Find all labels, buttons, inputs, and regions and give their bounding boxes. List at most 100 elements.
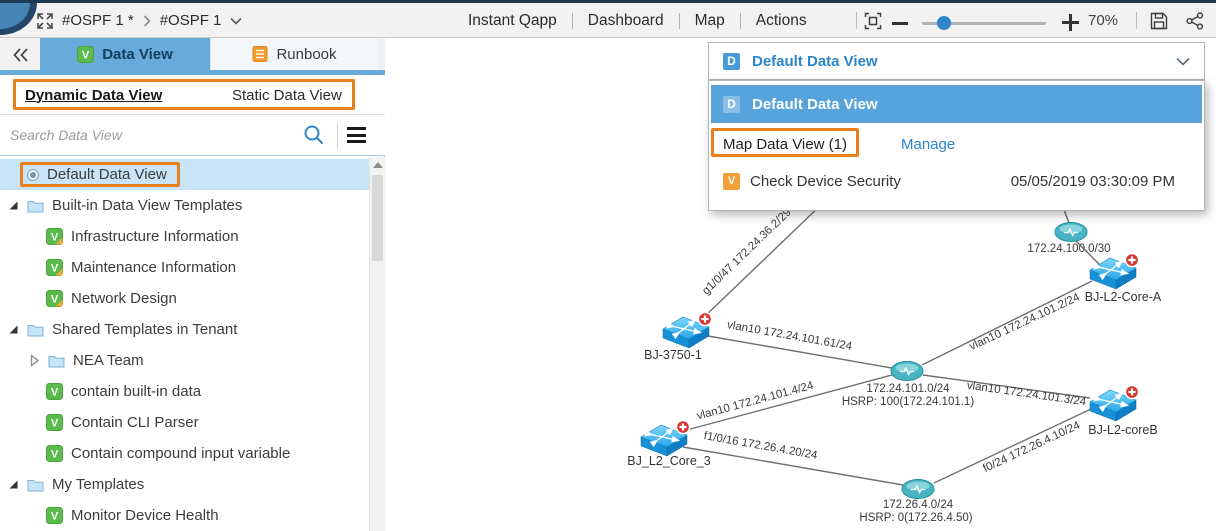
scrollbar-thumb[interactable] [372,175,383,261]
device-label: BJ-L2-coreB [1088,423,1157,437]
dropdown-item-check-device-security[interactable]: V Check Device Security 05/05/2019 03:30… [723,167,1193,195]
dropdown-item-timestamp: 05/05/2019 03:30:09 PM [1010,172,1175,190]
manage-link[interactable]: Manage [901,131,955,158]
menu-instant-qapp[interactable]: Instant Qapp [468,12,557,30]
svg-text:V: V [82,49,90,61]
tree-expanded-icon[interactable] [8,324,19,335]
tree-item-contain-compound-input-variable[interactable]: V Contain compound input variable [0,438,369,469]
zoom-slider-knob[interactable] [937,16,951,30]
menu-actions[interactable]: Actions [756,12,807,30]
dataview-template-icon: V [46,228,63,245]
link-label: vlan10 172.24.101.3/24 [966,380,1087,409]
tree-expanded-icon[interactable] [8,479,19,490]
dataview-mode-toggle: Dynamic Data View Static Data View [0,75,385,115]
chevron-right-icon [143,14,151,27]
dropdown-item-label: Default Data View [752,95,878,113]
device-label: BJ_L2_Core_3 [627,454,710,468]
zoom-level: 70% [1088,12,1119,29]
switch-bj-3750-1[interactable] [663,313,712,349]
tab-runbook-label: Runbook [276,45,337,63]
menu-map[interactable]: Map [695,12,725,30]
chevron-down-icon[interactable] [1176,57,1190,66]
share-icon[interactable] [1186,12,1204,30]
network-label: 172.24.101.0/24 [866,383,950,395]
dataview-template-icon: V [46,259,63,276]
tree-item-monitor-device-health[interactable]: V Monitor Device Health [0,500,369,531]
dataview-dropdown-panel: D Default Data View Map Data View (1) Ma… [708,80,1205,211]
sidebar-tabbar: V Data View Runbook [0,38,385,70]
tree-item-label: Network Design [71,290,177,307]
switch-bj-l2-coreb[interactable] [1090,386,1139,422]
device-label: BJ-3750-1 [644,348,702,362]
scrollbar-up-icon[interactable] [373,162,383,168]
dataview-sidebar: V Data View Runbook Dynamic Data View St… [0,38,385,531]
link-label: vlan10 172.24.101.2/24 [968,291,1083,353]
menu-separator [678,12,680,29]
search-row [0,115,385,156]
svg-text:V: V [51,387,59,399]
netbrain-window: #OSPF 1 * #OSPF 1 Instant Qapp Dashboard… [0,0,1216,531]
switch-bj-l2-core-3[interactable] [641,421,690,457]
switch-bj-l2-core-a[interactable] [1090,254,1139,290]
folder-icon [48,355,65,367]
search-input[interactable] [10,121,290,149]
menu-dashboard[interactable]: Dashboard [588,12,664,30]
dataview-d-icon: D [723,52,740,70]
network-sublabel: HSRP: 100(172.24.101.1) [842,396,975,408]
tree-item-label: Contain CLI Parser [71,414,199,431]
dataview-template-icon: V [46,383,63,400]
dropdown-item-label: Check Device Security [750,172,901,190]
link-net264-coreb[interactable] [933,408,1092,484]
breadcrumb-page-title[interactable]: #OSPF 1 [160,12,222,29]
tree-folder-shared-templates[interactable]: Shared Templates in Tenant [0,314,369,345]
dynamic-dataview-toggle[interactable]: Dynamic Data View [25,75,162,115]
tab-data-view-label: Data View [102,45,173,63]
dataview-template-icon: V [46,414,63,431]
tree-folder-nea-team[interactable]: NEA Team [0,345,369,376]
network-node[interactable] [901,478,935,500]
zoom-in-button[interactable] [1062,14,1079,31]
toolbar-menu: Instant Qapp Dashboard Map Actions [468,3,807,38]
fit-to-screen-icon[interactable] [864,12,882,30]
network-node[interactable] [890,360,924,382]
dataview-template-icon: V [46,445,63,462]
menu-icon[interactable] [347,127,366,143]
tree-item-infrastructure-information[interactable]: V Infrastructure Information [0,221,369,252]
map-canvas[interactable]: g1/0/47 172.24.36.2/29 vlan10 172.24.101… [386,38,1216,531]
static-dataview-toggle[interactable]: Static Data View [232,75,342,115]
tree-item-label: Shared Templates in Tenant [52,321,238,338]
tab-runbook[interactable]: Runbook [210,38,378,70]
tree-item-contain-builtin-data[interactable]: V contain built-in data [0,376,369,407]
tree-item-maintenance-information[interactable]: V Maintenance Information [0,252,369,283]
svg-text:V: V [51,511,59,523]
network-node[interactable] [1054,221,1088,243]
radio-icon [27,168,39,181]
dropdown-item-default-data-view[interactable]: D Default Data View [711,85,1202,123]
zoom-out-button[interactable] [892,22,908,25]
tree-item-contain-cli-parser[interactable]: V Contain CLI Parser [0,407,369,438]
svg-text:V: V [51,449,59,461]
tab-data-view[interactable]: V Data View [40,38,210,70]
link-label: vlan10 172.24.101.61/24 [726,319,853,353]
svg-text:V: V [51,418,59,430]
tree-item-default-data-view[interactable]: Default Data View [0,159,369,190]
network-label: 172.26.4.0/24 [883,499,954,511]
dataview-dropdown[interactable]: D Default Data View [708,42,1205,80]
dataview-d-icon: D [723,95,740,113]
dataview-dropdown-label: Default Data View [752,52,878,70]
breadcrumb-map-title[interactable]: #OSPF 1 * [62,12,134,29]
tree-expanded-icon[interactable] [8,200,19,211]
svg-text:V: V [51,263,59,275]
save-icon[interactable] [1150,12,1168,30]
svg-text:V: V [51,294,59,306]
tree-collapsed-icon[interactable] [29,354,40,367]
search-icon[interactable] [303,124,325,146]
tree-folder-my-templates[interactable]: My Templates [0,469,369,500]
tree-item-label: Monitor Device Health [71,507,219,524]
tree-item-network-design[interactable]: V Network Design [0,283,369,314]
expand-map-icon[interactable] [37,13,53,29]
chevron-down-icon[interactable] [230,17,242,25]
tree-folder-builtin-templates[interactable]: Built-in Data View Templates [0,190,369,221]
collapse-sidebar-icon[interactable] [8,42,34,68]
tree-scrollbar[interactable] [369,157,385,531]
